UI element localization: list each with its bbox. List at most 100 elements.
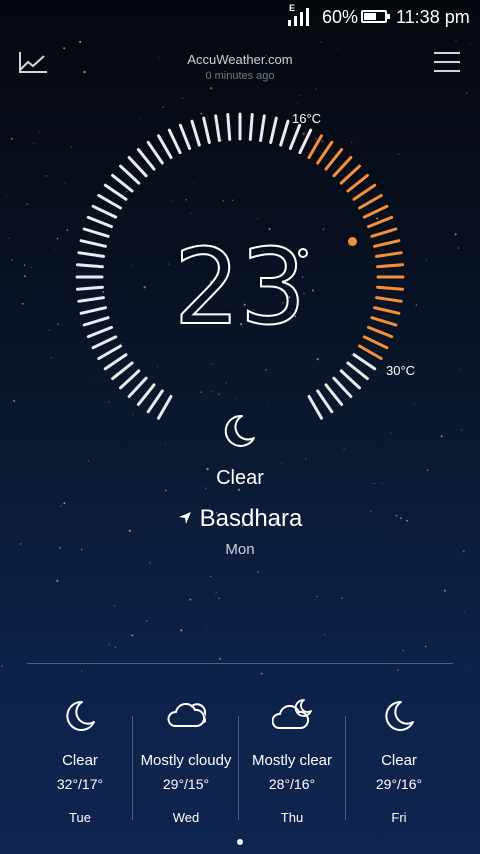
current-temperature: 23: [173, 226, 307, 348]
star: [468, 668, 470, 671]
star: [128, 529, 131, 532]
star: [81, 670, 83, 672]
dial-tick: [111, 173, 134, 193]
dial-tick: [373, 306, 401, 315]
forecast-day[interactable]: Mostly clear 28°/16° Thu: [239, 690, 345, 830]
dial-tick: [248, 113, 254, 141]
star: [369, 510, 372, 513]
dial-tick: [269, 116, 278, 144]
dial-tick: [339, 164, 361, 185]
dial-tick: [316, 389, 334, 414]
forecast-condition: Mostly clear: [251, 752, 333, 769]
star: [19, 542, 22, 546]
forecast-condition: Clear: [381, 752, 417, 769]
star: [80, 548, 83, 551]
dial-tick: [97, 344, 122, 360]
moon-icon: [66, 700, 95, 731]
forecast-day[interactable]: Clear 32°/17° Tue: [27, 690, 133, 830]
degree-symbol: [298, 248, 308, 258]
low-temp-label: 16°C: [292, 111, 322, 126]
high-temp-label: 30°C: [386, 363, 416, 378]
forecast-day[interactable]: Clear 29°/16° Fri: [346, 690, 452, 830]
cloud-icon: [167, 702, 206, 727]
current-temp-indicator: [348, 237, 357, 246]
dial-tick: [103, 183, 128, 201]
forecast-day-name: Tue: [69, 810, 91, 825]
dial-tick: [119, 369, 141, 390]
dial-tick: [259, 114, 266, 142]
dial-tick: [367, 325, 394, 339]
star: [406, 519, 409, 522]
star: [60, 505, 63, 508]
star: [63, 502, 66, 505]
star: [316, 595, 318, 598]
dial-tick: [362, 204, 389, 219]
forecast-condition: Mostly cloudy: [140, 752, 232, 769]
dial-tick: [91, 335, 118, 350]
location-name[interactable]: Basdhara: [140, 505, 340, 533]
dial-tick: [373, 239, 401, 248]
dial-tick: [79, 306, 107, 315]
dial-tick: [307, 395, 323, 420]
dial-tick: [97, 194, 122, 210]
forecast-day-name: Wed: [172, 810, 200, 825]
dial-tick: [79, 239, 107, 248]
forecast-condition: Clear: [62, 752, 98, 769]
dial-tick: [362, 335, 389, 350]
star: [180, 629, 183, 632]
dial-tick: [339, 369, 361, 390]
star: [396, 669, 399, 672]
star: [395, 514, 398, 517]
dial-tick: [77, 296, 105, 303]
star: [324, 634, 326, 636]
star: [36, 603, 38, 605]
dial-tick: [307, 134, 323, 159]
star: [189, 598, 192, 601]
moon-icon: [224, 414, 255, 447]
dial-tick: [127, 376, 148, 398]
star: [218, 597, 220, 600]
dial-tick: [346, 173, 369, 193]
dial-tick: [358, 194, 383, 210]
dial-tick: [376, 263, 404, 269]
dial-tick: [86, 215, 113, 229]
dial-tick: [226, 113, 232, 141]
dial-tick: [91, 204, 118, 219]
dial-tick: [214, 114, 221, 142]
star: [114, 646, 116, 648]
page-indicator-dot[interactable]: [237, 839, 243, 845]
dial-tick: [136, 383, 156, 406]
cloud-moon-icon: [272, 699, 312, 729]
forecast-temps: 29°/15°: [162, 776, 210, 792]
dial-tick: [167, 128, 182, 155]
star: [205, 628, 207, 630]
dial-tick: [288, 123, 302, 150]
dial-tick: [86, 325, 113, 339]
dial-tick: [332, 156, 353, 178]
location-label: Basdhara: [199, 505, 303, 532]
star: [149, 562, 151, 564]
dial-tick: [298, 128, 313, 155]
dial-tick: [178, 123, 192, 150]
star: [399, 517, 402, 520]
star: [108, 644, 110, 646]
star: [56, 579, 59, 582]
star: [424, 645, 427, 648]
dial-tick: [316, 140, 334, 165]
forecast-temps: 28°/16°: [268, 776, 316, 792]
dial-tick: [146, 389, 164, 414]
dial-tick: [324, 148, 344, 171]
dial-tick: [76, 285, 104, 291]
star: [315, 598, 317, 600]
forecast-day[interactable]: Mostly cloudy 29°/15° Wed: [133, 690, 239, 830]
dial-tick: [375, 296, 403, 303]
star: [256, 570, 259, 573]
moon-icon: [385, 700, 414, 731]
star: [443, 589, 446, 592]
dial-tick: [346, 361, 369, 381]
location-arrow-icon: [178, 511, 191, 524]
star: [58, 546, 62, 549]
dial-tick: [146, 140, 164, 165]
forecast-temps: 29°/16°: [375, 776, 423, 792]
forecast-day-name: Thu: [280, 810, 304, 825]
